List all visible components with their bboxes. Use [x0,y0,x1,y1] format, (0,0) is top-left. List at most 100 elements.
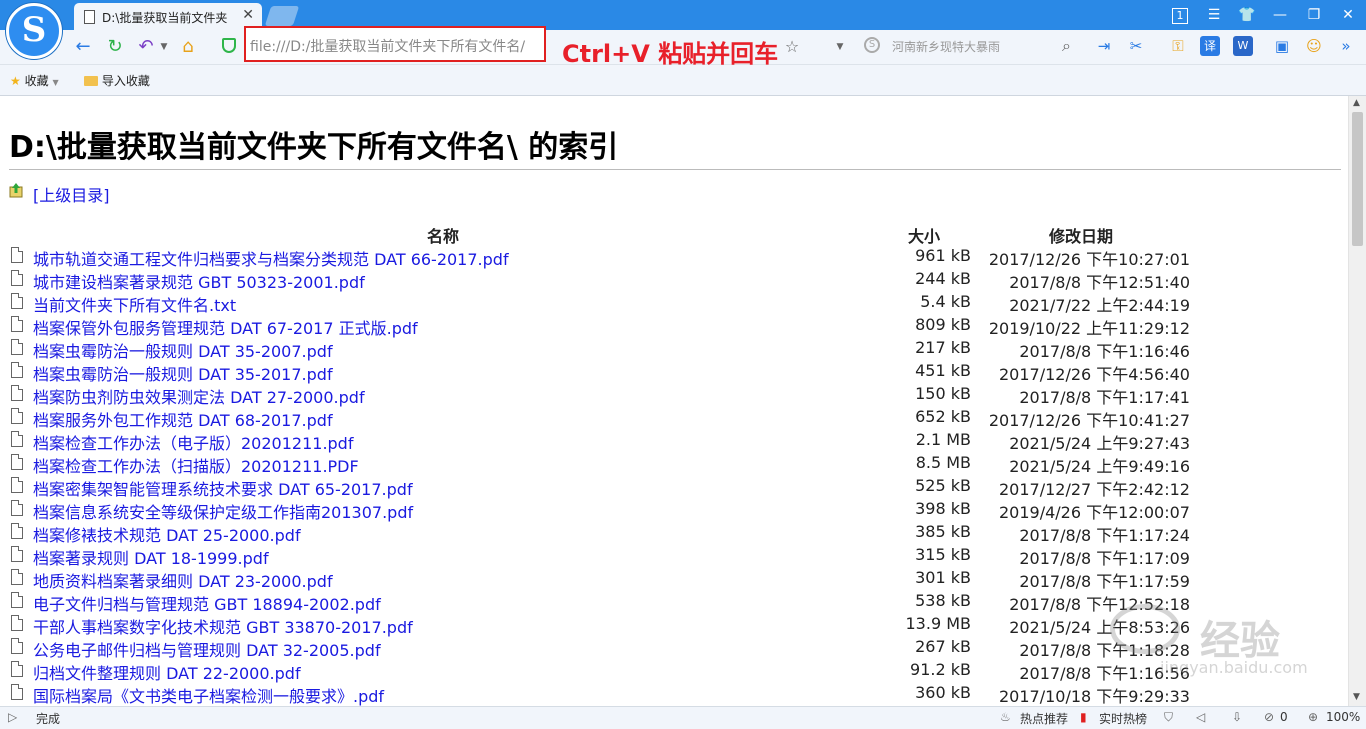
search-input[interactable]: 河南新乡现特大暴雨 [892,38,1000,55]
file-name-link[interactable]: 公务电子邮件归档与管理规则 DAT 32-2005.pdf [33,637,381,661]
zoom-level[interactable]: 100% [1326,710,1360,724]
file-icon [11,661,23,677]
favorites-button[interactable]: ★ 收藏 ▼ [10,72,59,89]
scissors-icon[interactable]: ✂ [1126,36,1146,56]
sidebar-toggle-icon[interactable]: ▷ [8,710,17,724]
expand-icon[interactable]: » [1336,36,1356,56]
key-icon[interactable]: ⚿ [1168,36,1188,56]
close-window-icon[interactable]: ✕ [1334,3,1362,27]
header-size[interactable]: 大小 [908,223,940,247]
file-name-link[interactable]: 地质资料档案著录细则 DAT 23-2000.pdf [33,568,333,592]
file-name-link[interactable]: 档案虫霉防治一般规则 DAT 35-2007.pdf [33,338,333,362]
file-name-link[interactable]: 档案检查工作办法（扫描版）20201211.PDF [33,453,359,477]
refresh-icon[interactable]: ↻ [103,35,127,59]
parent-directory-link[interactable]: [上级目录] [33,182,110,206]
file-icon [11,523,23,539]
address-input[interactable]: file:///D:/批量获取当前文件夹下所有文件名/ [250,36,525,56]
header-name[interactable]: 名称 [427,223,459,247]
file-name-link[interactable]: 档案信息系统安全等级保护定级工作指南201307.pdf [33,499,413,523]
file-name-link[interactable]: 干部人事档案数字化技术规范 GBT 33870-2017.pdf [33,614,413,638]
search-engine-icon[interactable]: S [864,37,880,53]
file-row: 干部人事档案数字化技术规范 GBT 33870-2017.pdf 13.9 MB 2… [0,613,1348,638]
file-date: 2017/8/8 下午1:18:28 [1019,641,1190,660]
file-name-link[interactable]: 国际档案局《文书类电子档案检测一般要求》.pdf [33,683,384,706]
file-name-link[interactable]: 归档文件整理规则 DAT 22-2000.pdf [33,660,301,684]
browser-logo[interactable]: S [6,3,62,59]
more-icon[interactable]: ☺ [1304,36,1324,56]
file-name-link[interactable]: 档案防虫剂防虫效果测定法 DAT 27-2000.pdf [33,384,365,408]
file-name-link[interactable]: 城市轨道交通工程文件归档要求与档案分类规范 DAT 66-2017.pdf [33,246,509,270]
scroll-up-icon[interactable]: ▲ [1353,98,1360,108]
file-size: 8.5 MB [915,453,971,472]
address-dropdown-icon[interactable]: ▼ [828,35,852,59]
address-bar[interactable]: file:///D:/批量获取当前文件夹下所有文件名/ [244,26,546,62]
file-name-link[interactable]: 档案修裱技术规范 DAT 25-2000.pdf [33,522,301,546]
ad-block-icon[interactable]: ⊘ [1264,710,1274,724]
file-row: 国际档案局《文书类电子档案检测一般要求》.pdf 360 kB 2017/10/18… [0,682,1348,706]
star-filled-icon: ★ [10,74,21,88]
screen-icon[interactable]: ▣ [1272,36,1292,56]
file-date: 2017/8/8 下午1:17:24 [1019,526,1190,545]
browser-tab[interactable]: D:\批量获取当前文件夹 ✕ [74,3,262,30]
undo-dropdown-icon[interactable]: ▼ [152,35,176,59]
minimize-icon[interactable]: — [1266,3,1294,27]
tab-count: 1 [1172,8,1188,24]
security-shield-icon[interactable] [222,38,236,53]
back-icon[interactable]: ← [71,35,95,59]
file-name-link[interactable]: 档案保管外包服务管理规范 DAT 67-2017 正式版.pdf [33,315,418,339]
file-icon [11,615,23,631]
page-content: D:\批量获取当前文件夹下所有文件名\ 的索引 [上级目录] 名称 大小 修改日… [0,96,1348,706]
file-size: 5.4 kB [920,292,971,311]
file-name-link[interactable]: 档案服务外包工作规范 DAT 68-2017.pdf [33,407,333,431]
file-date: 2017/8/8 下午12:51:40 [1009,273,1190,292]
status-text: 完成 [36,712,61,726]
enter-icon[interactable]: ⇥ [1094,36,1114,56]
import-favorites-button[interactable]: 导入收藏 [84,72,150,89]
scroll-down-icon[interactable]: ▼ [1353,692,1360,702]
file-icon [11,362,23,378]
header-date[interactable]: 修改日期 [1049,223,1113,247]
star-icon[interactable]: ☆ [780,35,804,59]
sogou-s-icon: S [21,10,47,50]
skin-icon[interactable]: 👕 [1233,3,1261,27]
file-name-link[interactable]: 电子文件归档与管理规范 GBT 18894-2002.pdf [33,591,381,615]
file-size: 451 kB [915,361,971,380]
title-bar: D:\批量获取当前文件夹 ✕ 1 ☰ 👕 — ❐ ✕ [0,0,1366,30]
file-date: 2017/8/8 下午12:52:18 [1009,595,1190,614]
favorites-label: 收藏 [24,74,49,88]
file-size: 267 kB [915,637,971,656]
word-icon[interactable]: W [1233,36,1253,56]
file-size: 217 kB [915,338,971,357]
hot-recommend-label[interactable]: 热点推荐 [1020,710,1068,727]
file-name-link[interactable]: 城市建设档案著录规范 GBT 50323-2001.pdf [33,269,365,293]
file-name-link[interactable]: 当前文件夹下所有文件名.txt [33,292,236,316]
file-icon [11,431,23,447]
file-date: 2021/7/22 上午2:44:19 [1009,296,1190,315]
vertical-scrollbar[interactable]: ▲ ▼ [1348,96,1366,706]
file-name-link[interactable]: 档案虫霉防治一般规则 DAT 35-2017.pdf [33,361,333,385]
zoom-icon[interactable]: ⊕ [1308,710,1318,724]
home-icon[interactable]: ⌂ [176,35,200,59]
favorites-dropdown-icon: ▼ [52,78,59,87]
translate-icon[interactable]: 译 [1200,36,1220,56]
file-size: 2.1 MB [915,430,971,449]
tab-close-icon[interactable]: ✕ [242,7,254,23]
menu-icon[interactable]: ☰ [1200,3,1228,27]
volume-icon[interactable]: ◁ [1196,710,1205,724]
tab-title: D:\批量获取当前文件夹 [102,11,228,25]
file-row: 城市轨道交通工程文件归档要求与档案分类规范 DAT 66-2017.pdf 961… [0,245,1348,270]
file-date: 2017/12/26 下午10:41:27 [988,411,1190,430]
realtime-hot-label[interactable]: 实时热榜 [1099,710,1147,727]
search-box[interactable]: S 河南新乡现特大暴雨 ⌕ [860,34,1082,58]
new-tab-button[interactable] [264,6,300,26]
download-icon[interactable]: ⇩ [1232,710,1242,724]
file-name-link[interactable]: 档案密集架智能管理系统技术要求 DAT 65-2017.pdf [33,476,413,500]
file-icon [11,408,23,424]
restore-icon[interactable]: ❐ [1300,3,1328,27]
tab-count-button[interactable]: 1 [1166,3,1194,27]
file-name-link[interactable]: 档案著录规则 DAT 18-1999.pdf [33,545,269,569]
scroll-thumb[interactable] [1352,112,1363,246]
file-name-link[interactable]: 档案检查工作办法（电子版）20201211.pdf [33,430,353,454]
shield-status-icon[interactable]: ⛉ [1164,710,1173,725]
search-icon[interactable]: ⌕ [1062,36,1071,56]
